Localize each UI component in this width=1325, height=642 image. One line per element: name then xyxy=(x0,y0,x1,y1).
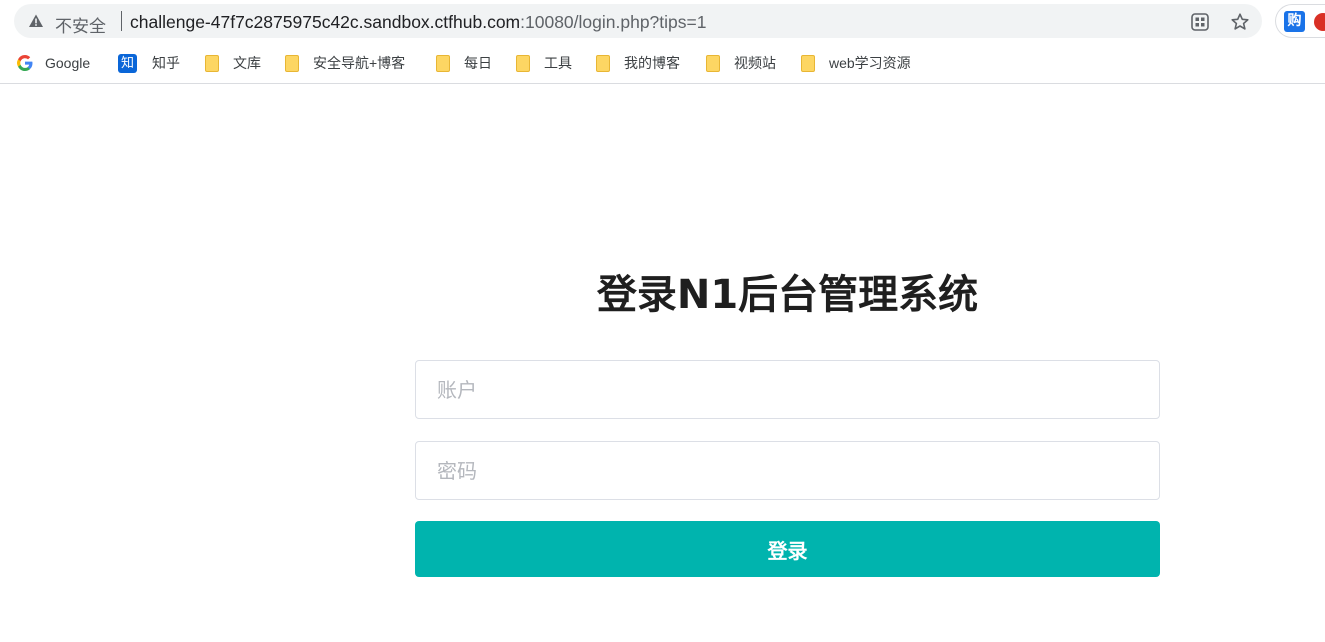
bookmarks-bar: Google 知 知乎 文库 安全导航+博客 每日 工具 我的博客 视频站 we… xyxy=(0,42,1325,84)
extension-gou-icon[interactable]: 购 xyxy=(1284,11,1305,32)
bookmark-label: Google xyxy=(45,55,91,71)
bookmark-google[interactable]: Google xyxy=(17,52,90,74)
page-title: 登录N1后台管理系统 xyxy=(596,272,979,318)
warning-icon[interactable] xyxy=(28,13,44,29)
folder-icon xyxy=(801,54,815,72)
username-input[interactable] xyxy=(415,360,1160,419)
address-separator xyxy=(121,11,122,31)
password-input[interactable] xyxy=(415,441,1160,500)
url-host: challenge-47f7c2875975c42c.sandbox.ctfhu… xyxy=(130,12,521,32)
security-status[interactable]: 不安全 xyxy=(55,12,106,37)
bookmark-label: 每日 xyxy=(464,55,492,71)
bookmark-label: 文库 xyxy=(233,55,261,71)
folder-icon xyxy=(436,54,450,72)
bookmark-folder-video[interactable]: 视频站 xyxy=(706,52,776,74)
bookmark-folder-web-learning[interactable]: web学习资源 xyxy=(801,52,911,74)
extension-red-icon[interactable] xyxy=(1314,13,1325,31)
bookmark-label: 安全导航+博客 xyxy=(313,55,406,71)
bookmark-folder-my-blog[interactable]: 我的博客 xyxy=(596,52,680,74)
bookmark-folder-tools[interactable]: 工具 xyxy=(516,52,572,74)
google-icon xyxy=(17,55,33,71)
folder-icon xyxy=(285,54,299,72)
folder-icon xyxy=(596,54,610,72)
bookmark-label: 知乎 xyxy=(152,55,180,71)
bookmark-zhihu[interactable]: 知 知乎 xyxy=(118,52,180,74)
folder-icon xyxy=(706,54,720,72)
extensions-area: 购 xyxy=(1275,4,1325,38)
url-path: :10080/login.php?tips=1 xyxy=(520,12,707,32)
zhihu-icon: 知 xyxy=(118,53,137,73)
bookmark-folder-wenku[interactable]: 文库 xyxy=(205,52,261,74)
folder-icon xyxy=(516,54,530,72)
bookmark-folder-daily[interactable]: 每日 xyxy=(436,52,492,74)
qr-code-icon[interactable] xyxy=(1190,12,1210,32)
folder-icon xyxy=(205,54,219,72)
login-button[interactable]: 登录 xyxy=(415,521,1160,577)
bookmark-folder-security-nav[interactable]: 安全导航+博客 xyxy=(285,52,405,74)
bookmark-label: 工具 xyxy=(544,55,572,71)
address-bar[interactable]: 不安全 challenge-47f7c2875975c42c.sandbox.c… xyxy=(14,4,1262,38)
browser-toolbar: 不安全 challenge-47f7c2875975c42c.sandbox.c… xyxy=(0,0,1325,42)
bookmark-label: 视频站 xyxy=(734,55,776,71)
bookmark-label: 我的博客 xyxy=(624,55,680,71)
url-text[interactable]: challenge-47f7c2875975c42c.sandbox.ctfhu… xyxy=(130,12,706,33)
star-icon[interactable] xyxy=(1230,12,1250,32)
bookmark-label: web学习资源 xyxy=(829,55,911,71)
